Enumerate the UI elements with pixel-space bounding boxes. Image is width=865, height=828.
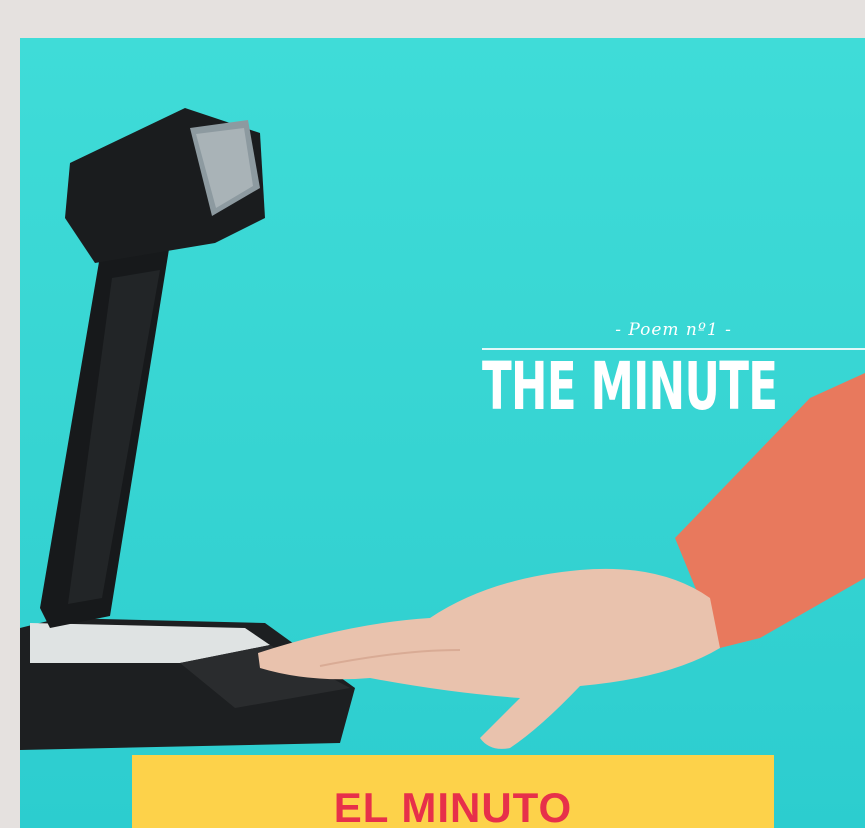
banner-label: EL MINUTO bbox=[333, 784, 573, 828]
poem-title-overlay: - Poem nº1 - THE MINUTE bbox=[482, 320, 865, 420]
hero-image bbox=[20, 108, 865, 750]
hero-card[interactable]: - Poem nº1 - THE MINUTE EL MINUTO bbox=[20, 38, 865, 828]
poem-title: THE MINUTE bbox=[482, 348, 778, 425]
title-banner[interactable]: EL MINUTO bbox=[132, 755, 774, 828]
poem-subtitle: - Poem nº1 - bbox=[615, 320, 732, 340]
